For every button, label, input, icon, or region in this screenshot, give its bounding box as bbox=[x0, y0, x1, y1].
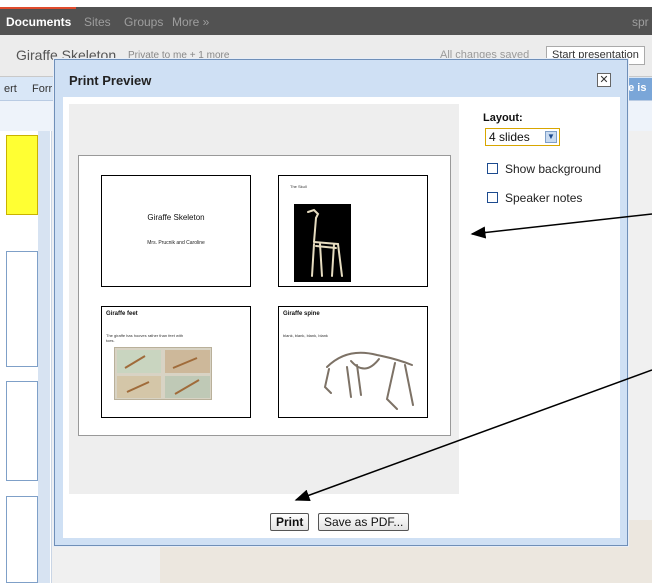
print-preview-dialog: Print Preview ✕ Giraffe Skeleton Mrs. Pr… bbox=[54, 59, 628, 546]
menu-format[interactable]: Forr bbox=[32, 83, 52, 95]
layout-select-value: 4 slides bbox=[489, 130, 530, 144]
active-nav-indicator bbox=[0, 7, 76, 9]
google-topbar: Documents Sites Groups More » spr bbox=[0, 7, 652, 35]
save-as-pdf-button[interactable]: Save as PDF... bbox=[318, 513, 410, 531]
slide-title: Giraffe Skeleton bbox=[147, 213, 205, 222]
slide-title: Giraffe feet bbox=[106, 311, 138, 317]
layout-select[interactable]: 4 slides ▼ bbox=[485, 128, 560, 146]
speaker-notes-checkbox[interactable] bbox=[487, 192, 498, 203]
menu-insert[interactable]: ert bbox=[4, 83, 17, 95]
slide-preview-4: Giraffe spine blank, blank, blank, blank bbox=[278, 306, 428, 418]
slide-preview-1: Giraffe Skeleton Mrs. Prucnik and Caroli… bbox=[101, 175, 251, 287]
print-options-panel: Layout: 4 slides ▼ Show background Speak… bbox=[483, 112, 613, 232]
dialog-body: Giraffe Skeleton Mrs. Prucnik and Caroli… bbox=[63, 97, 620, 538]
layout-label: Layout: bbox=[483, 112, 523, 124]
chevron-down-icon[interactable]: ▼ bbox=[545, 131, 557, 143]
giraffe-spine-photo bbox=[323, 351, 414, 410]
filmstrip-scrollbar[interactable] bbox=[38, 131, 50, 583]
slide-thumbnail[interactable] bbox=[6, 496, 38, 583]
close-button[interactable]: ✕ bbox=[597, 73, 611, 87]
user-account[interactable]: spr bbox=[632, 15, 649, 29]
dialog-title: Print Preview bbox=[69, 73, 152, 88]
slide-filmstrip bbox=[0, 131, 52, 583]
slide-title: The Skull bbox=[290, 184, 307, 189]
nav-groups[interactable]: Groups bbox=[124, 15, 163, 29]
speaker-notes-label[interactable]: Speaker notes bbox=[505, 191, 582, 205]
print-preview-area: Giraffe Skeleton Mrs. Prucnik and Caroli… bbox=[69, 104, 459, 494]
slide-title: Giraffe spine bbox=[283, 311, 320, 317]
show-background-checkbox[interactable] bbox=[487, 163, 498, 174]
nav-sites[interactable]: Sites bbox=[84, 15, 111, 29]
slide-preview-3: Giraffe feet The giraffe has hooves rath… bbox=[101, 306, 251, 418]
slide-subtitle: Mrs. Prucnik and Caroline bbox=[147, 240, 205, 246]
giraffe-skeleton-photo bbox=[294, 204, 351, 282]
slide-thumbnail[interactable] bbox=[6, 251, 38, 367]
top-strip bbox=[0, 0, 652, 7]
giraffe-feet-collage bbox=[114, 347, 212, 400]
print-button[interactable]: Print bbox=[270, 513, 310, 531]
slide-thumbnail[interactable] bbox=[6, 135, 38, 215]
slide-body: The giraffe has hooves rather than feet … bbox=[106, 333, 184, 343]
preview-page: Giraffe Skeleton Mrs. Prucnik and Caroli… bbox=[78, 155, 451, 436]
nav-more[interactable]: More » bbox=[172, 15, 209, 29]
show-background-label[interactable]: Show background bbox=[505, 162, 601, 176]
show-background-checkbox-row[interactable]: Show background bbox=[487, 162, 601, 176]
slide-preview-2: The Skull bbox=[278, 175, 428, 287]
nav-documents[interactable]: Documents bbox=[6, 15, 71, 29]
slide-thumbnail[interactable] bbox=[6, 381, 38, 481]
speaker-notes-checkbox-row[interactable]: Speaker notes bbox=[487, 191, 582, 205]
